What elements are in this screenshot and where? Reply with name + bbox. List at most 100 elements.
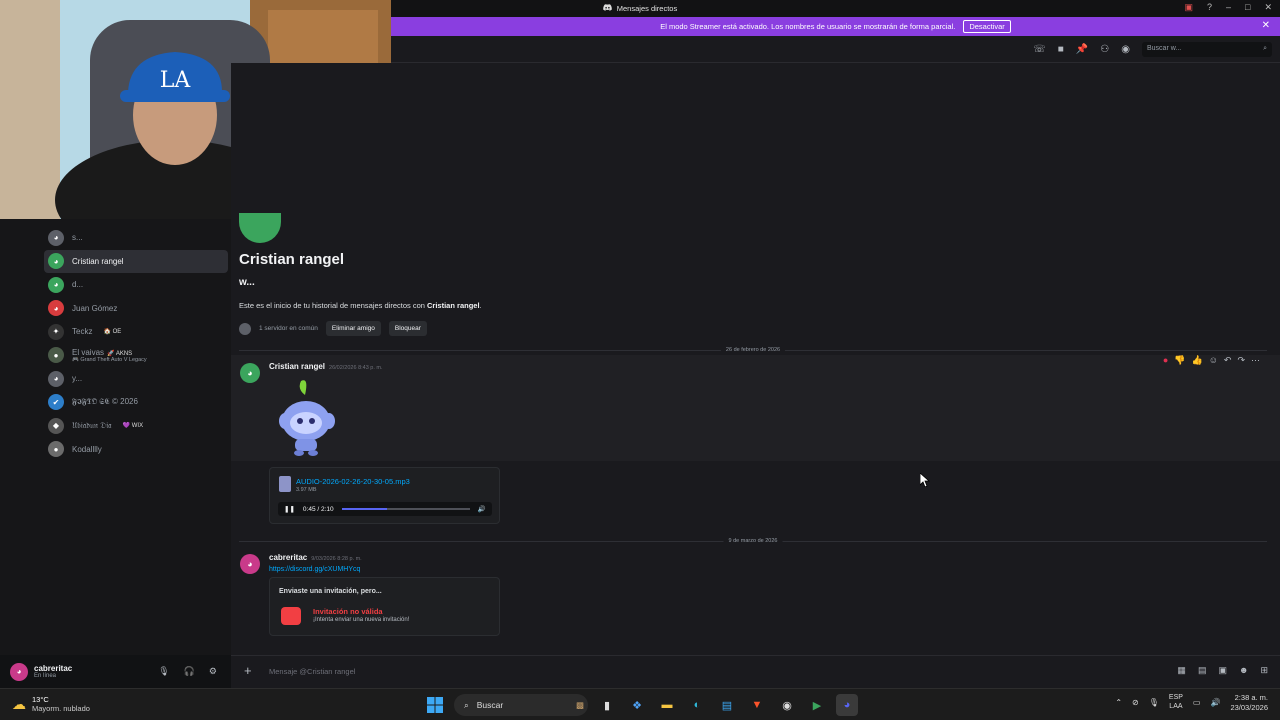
brave-icon[interactable]: ▼ — [746, 694, 768, 716]
message-timestamp: 26/02/2026 8:43 p. m. — [329, 365, 383, 371]
help-icon[interactable]: ? — [1207, 2, 1212, 13]
network-off-icon[interactable]: ⊘ — [1132, 698, 1139, 707]
dm-name: y... — [72, 374, 83, 384]
thumbs-up-icon[interactable]: 👍 — [1191, 355, 1202, 366]
message-avatar[interactable]: ◕ — [240, 363, 260, 383]
disable-streamer-button[interactable]: Desactivar — [963, 20, 1011, 33]
reaction-icon[interactable]: ● — [1163, 355, 1168, 366]
user-profile-icon[interactable]: ◉ — [1121, 44, 1130, 55]
mutual-servers[interactable]: 1 servidor en común — [259, 325, 318, 332]
microphone-tray-icon[interactable]: 🎙 — [1149, 698, 1159, 707]
chevron-up-icon[interactable]: ⌃ — [1115, 698, 1122, 707]
pinned-messages-icon[interactable]: 📌 — [1076, 44, 1088, 55]
avatar: ● — [48, 441, 64, 458]
avatar: ◕ — [48, 276, 64, 293]
dm-item[interactable]: ◕ d... — [44, 273, 228, 297]
intro-suffix: . — [479, 301, 482, 310]
task-view-icon[interactable]: ▮ — [596, 694, 618, 716]
more-icon[interactable]: ⋯ — [1251, 355, 1260, 366]
audio-progress-bar[interactable] — [341, 508, 470, 510]
video-call-icon[interactable]: ■ — [1058, 44, 1064, 55]
headphones-icon[interactable]: 🎧 — [184, 666, 195, 677]
apps-icon[interactable]: ⊞ — [1260, 665, 1268, 676]
reply-icon[interactable]: ↶ — [1224, 355, 1232, 366]
author-name: Cristian rangel — [269, 362, 326, 371]
dm-name: Teckz — [72, 327, 93, 337]
emoji-icon[interactable]: ☻ — [1239, 665, 1248, 676]
discord-icon — [602, 4, 612, 13]
edge-icon[interactable]: ◐ — [686, 694, 708, 716]
weather-widget[interactable]: ☁ 13°C Mayorm. nublado — [12, 695, 90, 713]
dm-item[interactable]: ✔ 𝕱𝕴𝕱𝕿𝕺 𝕾𝕮 © 2026 — [44, 391, 228, 415]
remove-friend-button[interactable]: Eliminar amigo — [325, 321, 381, 336]
add-attachment-icon[interactable]: + — [244, 663, 252, 678]
message-author[interactable]: cabreritac 9/03/2026 8:28 p. m. — [269, 553, 362, 562]
taskbar-search[interactable]: ⌕ Buscar ▩ — [454, 694, 588, 716]
dm-item-active[interactable]: ◕ Cristian rangel — [44, 249, 228, 273]
user-avatar[interactable]: ◕ — [10, 662, 28, 681]
user-info[interactable]: cabreritac En línea — [34, 664, 72, 679]
dm-item[interactable]: ● Kodalllly — [44, 438, 228, 462]
add-friends-icon[interactable]: ⚇ — [1100, 44, 1109, 55]
obs-icon[interactable]: ◉ — [776, 694, 798, 716]
windows-start-icon[interactable] — [424, 694, 446, 716]
screen-share-icon[interactable]: ▣ — [1184, 2, 1193, 13]
add-reaction-icon[interactable]: ☺ — [1209, 355, 1218, 366]
media-player-icon[interactable]: ▶ — [806, 694, 828, 716]
message-author[interactable]: Cristian rangel 26/02/2026 8:43 p. m. — [269, 362, 383, 371]
voice-call-icon[interactable]: ☏ — [1033, 44, 1046, 55]
store-icon[interactable]: ▤ — [716, 694, 738, 716]
dm-item[interactable]: ◆ 𝔘𝔟𝔦𝔞𝔡𝔲𝔫 𝔇𝔦𝔞 💜 WIX — [44, 414, 228, 438]
dm-list: ◕ s... ◕ Cristian rangel ◕ d... ◕ Juan G… — [44, 226, 228, 461]
date-divider: 26 de febrero de 2026 — [239, 347, 1267, 353]
invite-link[interactable]: https://discord.gg/cXUMHYcq — [269, 566, 360, 573]
channel-actions: 1 servidor en común Eliminar amigo Bloqu… — [239, 321, 427, 336]
search-icon: ⌕ — [464, 699, 469, 710]
dm-item[interactable]: ✦ Teckz 🏠 OE — [44, 320, 228, 344]
weather-cloud-icon: ☁ — [12, 695, 26, 712]
dm-activity: 🎮 Grand Theft Auto V Legacy — [72, 356, 147, 363]
clock-date: 23/03/2026 — [1230, 702, 1268, 712]
user-panel: ◕ cabreritac En línea 🎙 🎧 ⚙ — [0, 655, 231, 688]
volume-tray-icon[interactable]: 🔊 — [1210, 698, 1220, 707]
file-explorer-icon[interactable]: ▬ — [656, 694, 678, 716]
window-title: Mensajes directos — [602, 4, 677, 13]
message-input[interactable]: Mensaje @Cristian rangel — [269, 667, 355, 676]
audio-filename[interactable]: AUDIO-2026-02-26-20-30-05.mp3 — [296, 477, 410, 486]
dm-item[interactable]: ◕ y... — [44, 367, 228, 391]
microphone-icon[interactable]: 🎙 — [158, 666, 169, 677]
language-indicator[interactable]: ESP LAA — [1169, 694, 1183, 711]
clock[interactable]: 2:38 a. m. 23/03/2026 — [1230, 693, 1268, 713]
close-button[interactable]: ✕ — [1264, 2, 1272, 13]
settings-gear-icon[interactable]: ⚙ — [209, 666, 217, 677]
audio-time: 0:45 / 2:10 — [302, 505, 334, 513]
discord-taskbar-icon[interactable]: ◕ — [836, 694, 858, 716]
avatar: ◕ — [48, 229, 64, 246]
minimize-button[interactable]: – — [1226, 2, 1231, 13]
message-actions: ● 👎 👍 ☺ ↶ ↷ ⋯ — [1163, 355, 1260, 366]
dm-item[interactable]: ◕ Juan Gómez — [44, 297, 228, 321]
display-icon[interactable]: ▭ — [1193, 698, 1201, 707]
header-toolbar: ☏ ■ 📌 ⚇ ◉ — [1033, 44, 1130, 55]
pause-icon[interactable]: ❚❚ — [284, 505, 295, 513]
dm-item[interactable]: ● El vaivas 🚀 AKNS 🎮 Grand Theft Auto V L… — [44, 344, 228, 368]
forward-icon[interactable]: ↷ — [1237, 355, 1245, 366]
block-button[interactable]: Bloquear — [388, 321, 427, 336]
thumbs-down-icon[interactable]: 👎 — [1174, 355, 1185, 366]
gift-icon[interactable]: ▦ — [1177, 665, 1186, 676]
dm-item[interactable]: ◕ s... — [44, 226, 228, 250]
volume-icon[interactable]: 🔊 — [478, 505, 486, 513]
gif-icon[interactable]: ▤ — [1198, 665, 1207, 676]
sticker-icon[interactable]: ▣ — [1218, 665, 1227, 676]
message-avatar[interactable]: ◕ — [240, 554, 260, 574]
invite-subtitle: ¡Intenta enviar una nueva invitación! — [313, 617, 410, 623]
audio-player: ❚❚ 0:45 / 2:10 🔊 — [278, 502, 492, 516]
message-composer: + Mensaje @Cristian rangel ▦ ▤ ▣ ☻ ⊞ — [231, 655, 1280, 688]
maximize-button[interactable]: □ — [1245, 2, 1250, 13]
close-banner-icon[interactable]: ✕ — [1262, 20, 1270, 31]
streamer-banner-text: El modo Streamer está activado. Los nomb… — [660, 22, 956, 31]
search-input[interactable]: Buscar w... ⌕ — [1142, 42, 1272, 57]
copilot-icon[interactable]: ❖ — [626, 694, 648, 716]
avatar: ◕ — [48, 370, 64, 387]
wumpus-sticker[interactable] — [275, 377, 341, 459]
